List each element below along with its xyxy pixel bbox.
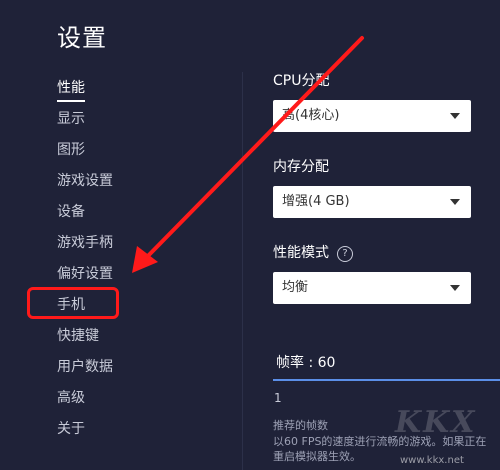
cpu-allocation-select[interactable]: 高(4核心) [273, 100, 471, 132]
sidebar-item-advanced[interactable]: 高级 [57, 388, 177, 419]
frame-rate-slider-fill [273, 379, 500, 381]
sidebar-item-label: 设备 [57, 204, 85, 220]
frame-rate-hint-line: 重启模拟器生效。 [273, 450, 361, 463]
chevron-down-icon [450, 199, 460, 205]
performance-panel: CPU分配 高(4核心) 内存分配 增强(4 GB) 性能模式? 均衡 [273, 70, 500, 304]
sidebar-nav: 性能 显示 图形 游戏设置 设备 游戏手柄 偏好设置 手机 快捷键 用户数据 高… [57, 78, 177, 450]
sidebar-item-label: 快捷键 [57, 328, 99, 344]
panel-divider [242, 72, 243, 470]
frame-rate-slider[interactable] [273, 379, 500, 381]
cpu-allocation-label: CPU分配 [273, 73, 330, 89]
sidebar-item-label: 关于 [57, 421, 85, 437]
sidebar-item-about[interactable]: 关于 [57, 419, 177, 450]
sidebar-item-device[interactable]: 设备 [57, 202, 177, 233]
memory-allocation-select[interactable]: 增强(4 GB) [273, 186, 471, 218]
annotation-highlight-box [27, 287, 119, 319]
frame-rate-label: 帧率 : 60 [276, 355, 336, 371]
performance-mode-select[interactable]: 均衡 [273, 272, 471, 304]
sidebar-item-label: 高级 [57, 390, 85, 406]
sidebar-item-label: 偏好设置 [57, 266, 113, 282]
watermark-logo: KKX [395, 405, 477, 440]
sidebar-item-shortcuts[interactable]: 快捷键 [57, 326, 177, 357]
sidebar-item-gamepad[interactable]: 游戏手柄 [57, 233, 177, 264]
memory-allocation-label: 内存分配 [273, 159, 329, 175]
watermark-url: www.kkx.net [400, 455, 464, 466]
cpu-allocation-value: 高(4核心) [282, 108, 340, 123]
sidebar-item-label: 图形 [57, 142, 85, 158]
frame-rate-hint-title: 推荐的帧数 [273, 419, 328, 432]
sidebar-item-graphics[interactable]: 图形 [57, 140, 177, 171]
chevron-down-icon [450, 285, 460, 291]
settings-window: 设置 性能 显示 图形 游戏设置 设备 游戏手柄 偏好设置 手机 快捷键 用户数… [0, 0, 500, 470]
sidebar-item-display[interactable]: 显示 [57, 109, 177, 140]
page-title: 设置 [57, 24, 107, 52]
sidebar-item-performance[interactable]: 性能 [57, 78, 177, 109]
memory-allocation-value: 增强(4 GB) [282, 194, 350, 209]
sidebar-item-label: 游戏手柄 [57, 235, 113, 251]
sidebar-item-label: 游戏设置 [57, 173, 113, 189]
sidebar-item-label: 用户数据 [57, 359, 113, 375]
performance-mode-value: 均衡 [282, 280, 309, 295]
performance-mode-row: 性能模式? [273, 242, 500, 264]
sidebar-item-label: 显示 [57, 111, 85, 127]
chevron-down-icon [450, 113, 460, 119]
sidebar-item-game-settings[interactable]: 游戏设置 [57, 171, 177, 202]
help-icon[interactable]: ? [337, 246, 353, 262]
sidebar-item-user-data[interactable]: 用户数据 [57, 357, 177, 388]
performance-mode-label: 性能模式 [273, 245, 329, 261]
frame-rate-min-label: 1 [274, 391, 282, 405]
sidebar-item-label: 性能 [57, 78, 85, 102]
